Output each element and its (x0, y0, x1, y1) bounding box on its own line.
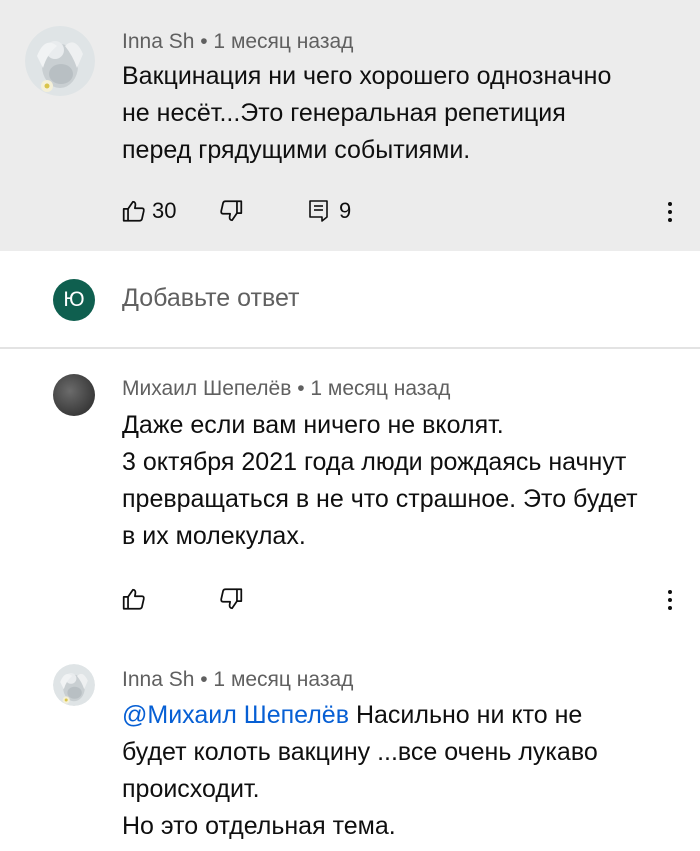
comment-time: • 1 месяц назад (194, 668, 354, 691)
avatar-mikhail[interactable] (53, 374, 95, 416)
like-count: 30 (152, 198, 177, 223)
avatar-inna-sh[interactable] (53, 664, 95, 706)
comment-meta: Inna Sh • 1 месяц назад (122, 30, 353, 54)
reply-count: 9 (339, 198, 352, 223)
comment-body: @Михаил Шепелёв Насильно ни кто не будет… (122, 697, 598, 845)
comment-line: будет колоть вакцину ...все очень лукаво (122, 738, 598, 766)
more-options-icon[interactable] (667, 202, 673, 226)
comment-line: 3 октября 2021 года люди рождаясь начнут (122, 448, 627, 476)
thumbs-down-icon (220, 588, 243, 610)
divider (0, 347, 700, 349)
comment-line: @Михаил Шепелёв Насильно ни кто не (122, 697, 598, 734)
comment-time: • 1 месяц назад (291, 377, 451, 400)
comment-line: происходит. (122, 775, 260, 803)
add-reply-input[interactable]: Добавьте ответ (122, 284, 299, 313)
thumbs-down-icon (220, 200, 243, 222)
comment-meta: Михаил Шепелёв • 1 месяц назад (122, 377, 450, 401)
comment-line: не несёт...Это генеральная репетиция (122, 99, 566, 127)
thumbs-up-icon (122, 588, 145, 610)
user-avatar[interactable]: Ю (53, 279, 95, 321)
comment-line: Но это отдельная тема. (122, 812, 396, 840)
comment-author[interactable]: Inna Sh (122, 668, 194, 691)
comment-icon (309, 200, 328, 222)
comment-line: Даже если вам ничего не вколят. (122, 411, 504, 439)
like-button[interactable]: 30 (121, 198, 176, 224)
comment-line: в их молекулах. (122, 522, 306, 550)
dislike-button[interactable] (218, 586, 244, 612)
comment-meta: Inna Sh • 1 месяц назад (122, 668, 353, 692)
more-options-icon[interactable] (667, 590, 673, 614)
comment-text: Насильно ни кто не (349, 701, 583, 729)
mention-link[interactable]: @Михаил Шепелёв (122, 701, 349, 729)
avatar-letter: Ю (63, 288, 85, 311)
avatar-inna-sh[interactable] (25, 26, 95, 96)
comment-author[interactable]: Михаил Шепелёв (122, 377, 291, 400)
comment-line: перед грядущими событиями. (122, 136, 471, 164)
comment-body: Даже если вам ничего не вколят. 3 октябр… (122, 407, 638, 555)
comment-line: превращаться в не что страшное. Это буде… (122, 485, 638, 513)
like-button[interactable] (121, 586, 147, 612)
thumbs-up-icon (122, 200, 145, 222)
comment-time: • 1 месяц назад (194, 30, 354, 53)
replies-button[interactable]: 9 (307, 198, 351, 224)
comment-author[interactable]: Inna Sh (122, 30, 194, 53)
comment-body: Вакцинация ни чего хорошего однозначно н… (122, 58, 611, 169)
comment-line: Вакцинация ни чего хорошего однозначно (122, 62, 612, 90)
dislike-button[interactable] (218, 198, 244, 224)
